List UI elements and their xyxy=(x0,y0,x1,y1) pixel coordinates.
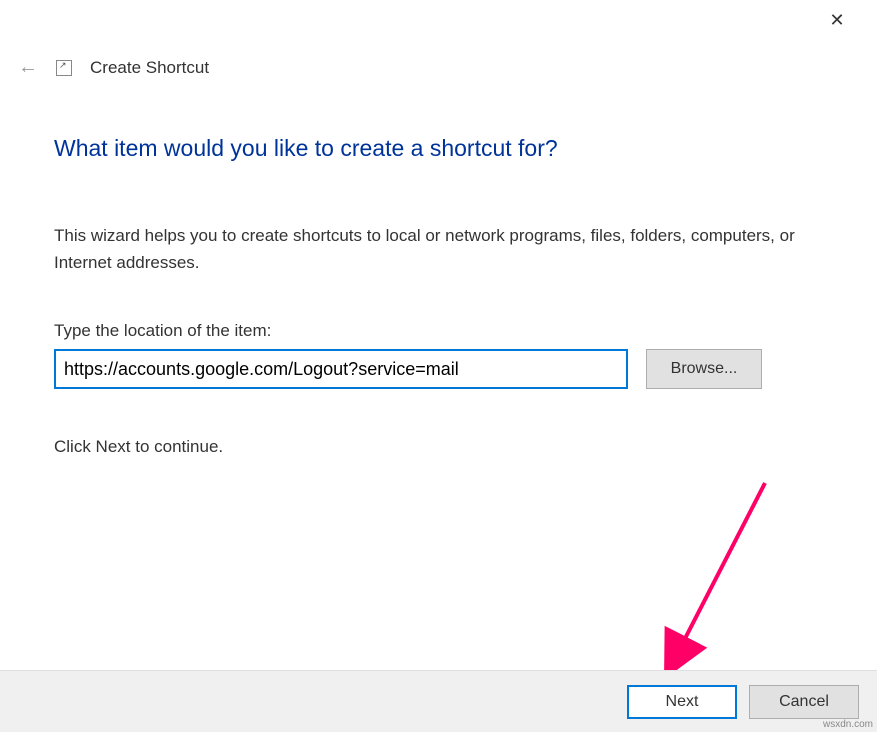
continue-instruction: Click Next to continue. xyxy=(54,437,837,457)
input-row: Browse... xyxy=(54,349,837,389)
cancel-button[interactable]: Cancel xyxy=(749,685,859,719)
header-row: ← Create Shortcut xyxy=(18,56,209,79)
wizard-description: This wizard helps you to create shortcut… xyxy=(54,222,837,276)
annotation-arrow-icon xyxy=(660,478,780,678)
shortcut-icon xyxy=(56,60,72,76)
back-arrow-icon[interactable]: ← xyxy=(18,56,38,79)
location-input[interactable] xyxy=(54,349,628,389)
content-area: What item would you like to create a sho… xyxy=(54,135,837,457)
location-label: Type the location of the item: xyxy=(54,321,837,341)
footer-bar: Next Cancel xyxy=(0,670,877,732)
next-button[interactable]: Next xyxy=(627,685,737,719)
wizard-title: Create Shortcut xyxy=(90,58,209,78)
close-icon[interactable]: ✕ xyxy=(825,8,849,32)
browse-button[interactable]: Browse... xyxy=(646,349,762,389)
page-heading: What item would you like to create a sho… xyxy=(54,135,837,162)
watermark-text: wsxdn.com xyxy=(823,719,873,730)
